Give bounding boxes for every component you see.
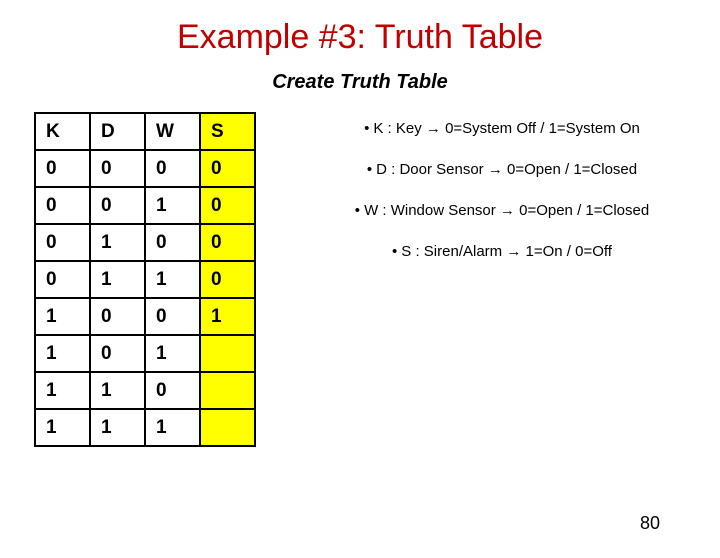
bullet-icon: •: [392, 243, 397, 260]
cell: 0: [35, 261, 90, 298]
legend-item: •W : Window Sensor → 0=Open / 1=Closed: [284, 202, 720, 219]
cell: 1: [35, 335, 90, 372]
cell: [200, 409, 255, 446]
slide-title: Example #3: Truth Table: [0, 18, 720, 57]
table-row: 1 0 0 1: [35, 298, 255, 335]
cell: 0: [145, 150, 200, 187]
cell: 1: [145, 335, 200, 372]
cell: 0: [90, 298, 145, 335]
cell: 0: [90, 187, 145, 224]
bullet-icon: •: [367, 161, 372, 178]
table-row: 0 1 1 0: [35, 261, 255, 298]
table-row: 0 1 0 0: [35, 224, 255, 261]
table-header-row: K D W S: [35, 113, 255, 150]
cell: 0: [35, 224, 90, 261]
cell: 1: [90, 261, 145, 298]
cell: 1: [145, 261, 200, 298]
cell: 0: [200, 150, 255, 187]
cell: 1: [35, 372, 90, 409]
table-row: 1 0 1: [35, 335, 255, 372]
slide-subtitle: Create Truth Table: [0, 71, 720, 94]
cell: [200, 335, 255, 372]
cell: 1: [90, 224, 145, 261]
legend-text: W : Window Sensor → 0=Open / 1=Closed: [364, 202, 649, 219]
col-header: D: [90, 113, 145, 150]
legend: •K : Key → 0=System Off / 1=System On •D…: [256, 112, 720, 284]
legend-text: K : Key → 0=System Off / 1=System On: [373, 120, 640, 137]
table-row: 1 1 1: [35, 409, 255, 446]
bullet-icon: •: [364, 120, 369, 137]
cell: 0: [145, 372, 200, 409]
cell: 0: [35, 150, 90, 187]
cell: [200, 372, 255, 409]
cell: 1: [200, 298, 255, 335]
truth-table: K D W S 0 0 0 0 0 0 1 0 0 1 0 0 0 1 1 0: [34, 112, 256, 447]
legend-item: •K : Key → 0=System Off / 1=System On: [284, 120, 720, 137]
table-row: 1 1 0: [35, 372, 255, 409]
col-header: S: [200, 113, 255, 150]
cell: 0: [200, 224, 255, 261]
col-header: K: [35, 113, 90, 150]
cell: 1: [35, 298, 90, 335]
bullet-icon: •: [355, 202, 360, 219]
cell: 0: [145, 298, 200, 335]
cell: 0: [90, 335, 145, 372]
cell: 1: [90, 409, 145, 446]
cell: 1: [145, 409, 200, 446]
cell: 1: [90, 372, 145, 409]
content-row: K D W S 0 0 0 0 0 0 1 0 0 1 0 0 0 1 1 0: [0, 112, 720, 447]
page-number: 80: [640, 513, 660, 534]
cell: 0: [145, 224, 200, 261]
cell: 1: [145, 187, 200, 224]
legend-text: S : Siren/Alarm → 1=On / 0=Off: [401, 243, 612, 260]
legend-text: D : Door Sensor → 0=Open / 1=Closed: [376, 161, 637, 178]
legend-item: •D : Door Sensor → 0=Open / 1=Closed: [284, 161, 720, 178]
cell: 1: [35, 409, 90, 446]
cell: 0: [90, 150, 145, 187]
cell: 0: [35, 187, 90, 224]
table-row: 0 0 0 0: [35, 150, 255, 187]
cell: 0: [200, 261, 255, 298]
cell: 0: [200, 187, 255, 224]
col-header: W: [145, 113, 200, 150]
table-row: 0 0 1 0: [35, 187, 255, 224]
legend-item: •S : Siren/Alarm → 1=On / 0=Off: [284, 243, 720, 260]
